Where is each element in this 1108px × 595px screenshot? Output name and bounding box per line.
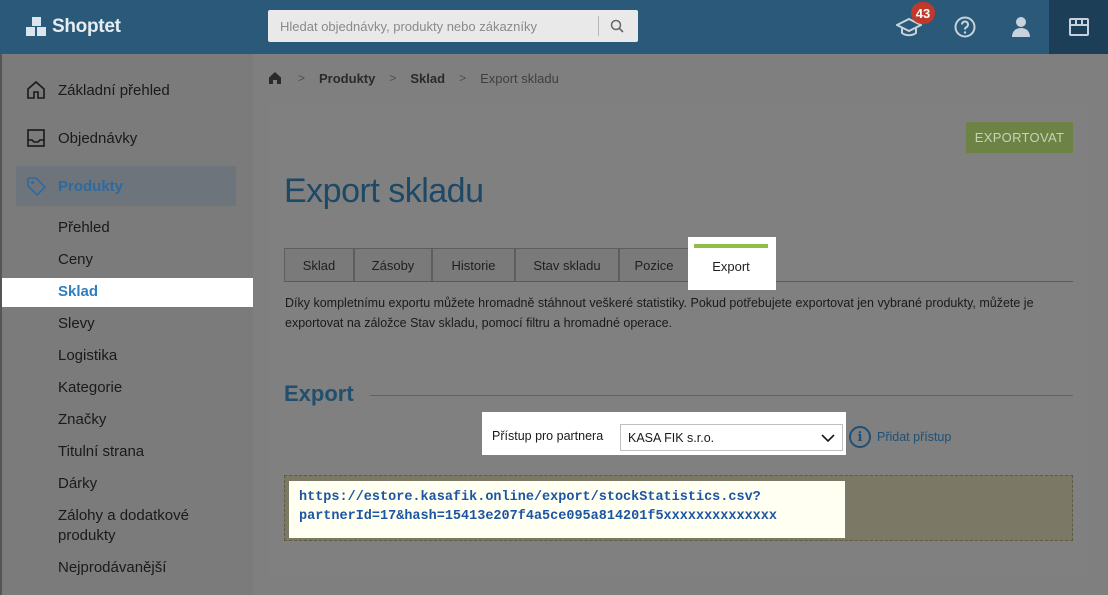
sidebar-sub-logistics[interactable]: Logistika (58, 346, 117, 366)
shoptet-logo-icon (26, 17, 48, 37)
tag-icon (26, 176, 46, 196)
sidebar-sub-prices[interactable]: Ceny (58, 250, 93, 270)
home-icon (269, 72, 281, 84)
chevron-right-icon: > (298, 71, 306, 85)
user-button[interactable] (1006, 12, 1036, 42)
sidebar-sub-bestsellers[interactable]: Nejprodávanější (58, 558, 166, 578)
tab-stock-status[interactable]: Stav skladu (515, 248, 619, 282)
tab-export[interactable]: Export (694, 244, 768, 284)
section-title: Export (284, 381, 354, 406)
store-button[interactable] (1049, 0, 1108, 54)
tab-stock[interactable]: Sklad (284, 248, 354, 282)
tabs-underline (284, 281, 1073, 282)
tab-positions[interactable]: Pozice (619, 248, 689, 282)
logo-text: Shoptet (52, 16, 121, 37)
breadcrumb-home[interactable] (268, 70, 284, 86)
export-button[interactable]: EXPORTOVAT (966, 122, 1073, 153)
page-title: Export skladu (284, 172, 484, 210)
partner-select-value: KASA FIK s.r.o. (628, 430, 715, 445)
sidebar-sub-brands[interactable]: Značky (58, 410, 106, 430)
partner-label: Přístup pro partnera (492, 429, 604, 443)
add-access-link[interactable]: i Přidat přístup (849, 426, 951, 448)
notification-badge[interactable]: 43 (911, 2, 935, 24)
home-icon (26, 80, 46, 100)
breadcrumb: > Produkty > Sklad > Export skladu (268, 68, 559, 88)
breadcrumb-products[interactable]: Produkty (319, 71, 375, 86)
tab-supplies[interactable]: Zásoby (354, 248, 432, 282)
search-button[interactable] (599, 11, 635, 41)
info-icon: i (849, 426, 871, 448)
sidebar-sub-categories[interactable]: Kategorie (58, 378, 122, 398)
search-input[interactable] (268, 11, 598, 41)
tab-history[interactable]: Historie (432, 248, 515, 282)
sidebar-item-dashboard[interactable]: Základní přehled (16, 70, 236, 110)
breadcrumb-current: Export skladu (480, 70, 559, 86)
help-icon (954, 16, 976, 38)
chevron-down-icon (821, 434, 835, 443)
store-icon (1068, 18, 1089, 36)
chevron-right-icon: > (459, 71, 467, 85)
chevron-right-icon: > (389, 71, 397, 85)
sidebar-sub-discounts[interactable]: Slevy (58, 314, 95, 334)
sidebar-sub-deposits-line2[interactable]: produkty (58, 526, 116, 546)
sidebar-item-label: Základní přehled (58, 81, 170, 99)
section-divider (370, 395, 1073, 396)
help-button[interactable] (950, 12, 980, 42)
sidebar-sub-stock-label: Sklad (58, 283, 99, 300)
sidebar-item-label: Produkty (58, 177, 124, 195)
inbox-icon (26, 128, 46, 148)
sidebar-sub-deposits[interactable]: Zálohy a dodatkové (58, 506, 189, 526)
export-url[interactable]: https://estore.kasafik.online/export/sto… (299, 488, 839, 526)
shoptet-logo[interactable]: Shoptet (26, 14, 121, 40)
sidebar-sub-overview[interactable]: Přehled (58, 218, 110, 238)
sidebar-sub-homepage[interactable]: Titulní strana (58, 442, 144, 462)
sidebar-item-orders[interactable]: Objednávky (16, 118, 236, 158)
partner-select[interactable]: KASA FIK s.r.o. (620, 424, 843, 451)
export-description: Díky kompletnímu exportu můžete hromadně… (285, 296, 1034, 330)
search-icon (610, 19, 624, 33)
sidebar-item-products[interactable]: Produkty (16, 166, 236, 206)
export-url-line2: partnerId=17&hash=15413e207f4a5ce095a814… (299, 509, 777, 524)
sidebar-sub-stock[interactable]: Sklad (2, 278, 253, 307)
breadcrumb-stock[interactable]: Sklad (410, 71, 445, 86)
search-bar (268, 10, 638, 42)
sidebar-sub-gifts[interactable]: Dárky (58, 474, 97, 494)
add-access-label: Přidat přístup (877, 430, 952, 444)
user-icon (1012, 17, 1030, 37)
export-url-line1: https://estore.kasafik.online/export/sto… (299, 490, 761, 505)
sidebar-item-label: Objednávky (58, 129, 138, 147)
